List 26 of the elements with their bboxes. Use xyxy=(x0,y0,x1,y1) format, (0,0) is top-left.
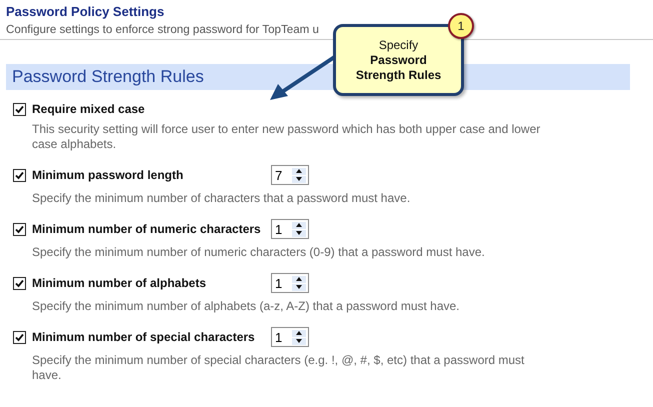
number-spinner[interactable]: 7 xyxy=(271,165,309,185)
rule-description: Specify the minimum number of special characters (e.g. !, @, #, $, etc) that a password must have. xyxy=(32,353,526,383)
callout-text: Specify xyxy=(378,38,418,52)
rule-label: Minimum number of alphabets xyxy=(32,276,208,290)
section-title: Password Strength Rules xyxy=(12,67,204,87)
checkbox[interactable] xyxy=(13,330,26,344)
checkbox[interactable] xyxy=(13,102,26,116)
page-title: Password Policy Settings xyxy=(6,4,166,20)
number-spinner[interactable]: 1 xyxy=(271,327,309,347)
rule-label: Minimum password length xyxy=(32,168,184,182)
checkbox[interactable] xyxy=(13,168,26,182)
rule-label: Minimum number of numeric characters xyxy=(32,222,262,236)
callout-text: Password xyxy=(370,52,427,68)
number-spinner[interactable]: 1 xyxy=(271,219,309,239)
checkbox[interactable] xyxy=(13,276,26,290)
number-spinner[interactable]: 1 xyxy=(271,273,309,293)
page-subtitle: Configure settings to enforce strong password for TopTeam u xyxy=(6,22,319,38)
checkbox[interactable] xyxy=(13,222,26,236)
callout-text: Strength Rules xyxy=(356,68,442,82)
step-badge: 1 xyxy=(448,13,474,39)
rule-label: Minimum number of special characters xyxy=(32,330,256,344)
rule-description: This security setting will force user to enter new password which has both upper case and lower case alphabets. xyxy=(32,122,542,152)
rule-description: Specify the minimum number of characters that a password must have. xyxy=(32,191,412,206)
rule-description: Specify the minimum number of numeric characters (0-9) that a password must have. xyxy=(32,245,486,260)
rule-label: Require mixed case xyxy=(32,102,146,116)
rule-description: Specify the minimum number of alphabets (a-z, A-Z) that a password must have. xyxy=(32,299,461,314)
